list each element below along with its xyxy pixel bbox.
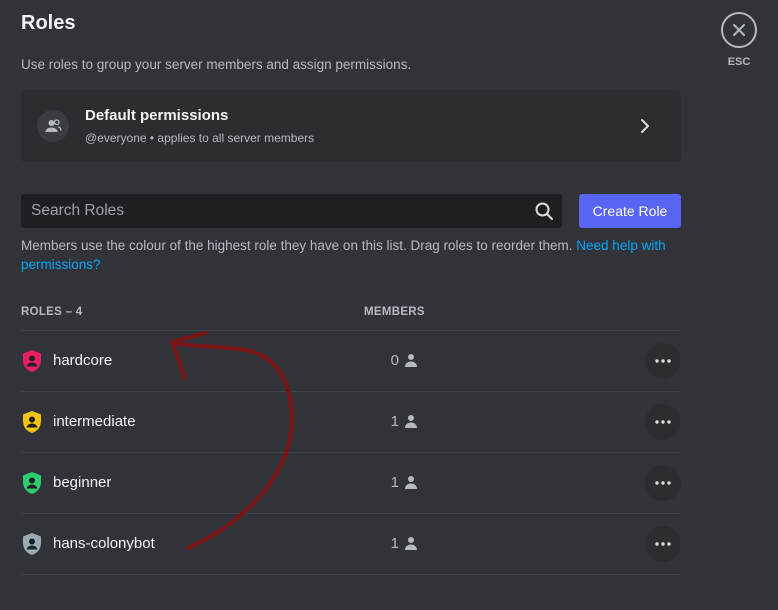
role-more-options-button[interactable] [645,526,681,562]
more-horizontal-icon [655,420,671,424]
role-shield-icon [23,350,41,372]
search-roles-box [21,194,562,228]
more-horizontal-icon [655,359,671,363]
default-permissions-title: Default permissions [85,107,229,124]
search-icon[interactable] [534,201,554,221]
role-name: beginner [53,474,112,491]
members-icon [37,110,69,142]
role-row[interactable]: beginner 1 [21,452,681,513]
search-roles-input[interactable] [21,194,521,228]
person-icon [405,537,417,550]
page-subtitle: Use roles to group your server members a… [21,57,412,72]
role-shield-icon [23,472,41,494]
close-icon [733,24,745,36]
create-role-button[interactable]: Create Role [579,194,681,228]
role-more-options-button[interactable] [645,465,681,501]
person-icon [405,415,417,428]
more-horizontal-icon [655,542,671,546]
role-name: hans-colonybot [53,535,155,552]
role-more-options-button[interactable] [645,404,681,440]
role-name: intermediate [53,413,136,430]
role-shield-icon [23,411,41,433]
role-member-count: 1 [390,474,399,491]
chevron-right-icon [641,119,649,133]
role-shield-icon [23,533,41,555]
role-member-count: 1 [390,413,399,430]
role-row[interactable]: hans-colonybot 1 [21,513,681,575]
roles-column-header: ROLES – 4 [21,306,83,318]
close-button[interactable] [721,12,757,48]
role-member-count: 0 [390,352,399,369]
person-icon [405,354,417,367]
role-row[interactable]: intermediate 1 [21,391,681,452]
person-icon [405,476,417,489]
members-column-header: MEMBERS [364,306,425,318]
default-permissions-card[interactable]: Default permissions @everyone • applies … [21,90,681,162]
help-text: Members use the colour of the highest ro… [21,236,681,274]
role-name: hardcore [53,352,113,369]
more-horizontal-icon [655,481,671,485]
role-member-count: 1 [390,535,399,552]
roles-list: hardcore 0 intermediate 1 beginner 1 han… [21,330,681,575]
close-settings[interactable]: ESC [721,12,757,68]
role-row[interactable]: hardcore 0 [21,330,681,391]
page-title: Roles [21,12,76,34]
help-description: Members use the colour of the highest ro… [21,238,577,253]
default-permissions-description: @everyone • applies to all server member… [85,131,315,145]
esc-label: ESC [727,56,751,68]
role-more-options-button[interactable] [645,343,681,379]
